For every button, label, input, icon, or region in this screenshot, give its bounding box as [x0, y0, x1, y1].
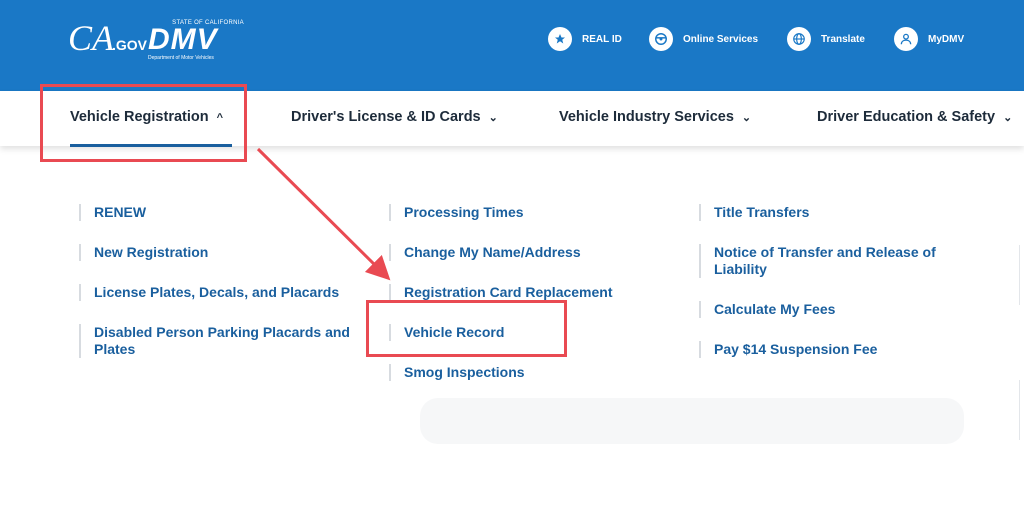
- annotation-arrow: [256, 147, 391, 281]
